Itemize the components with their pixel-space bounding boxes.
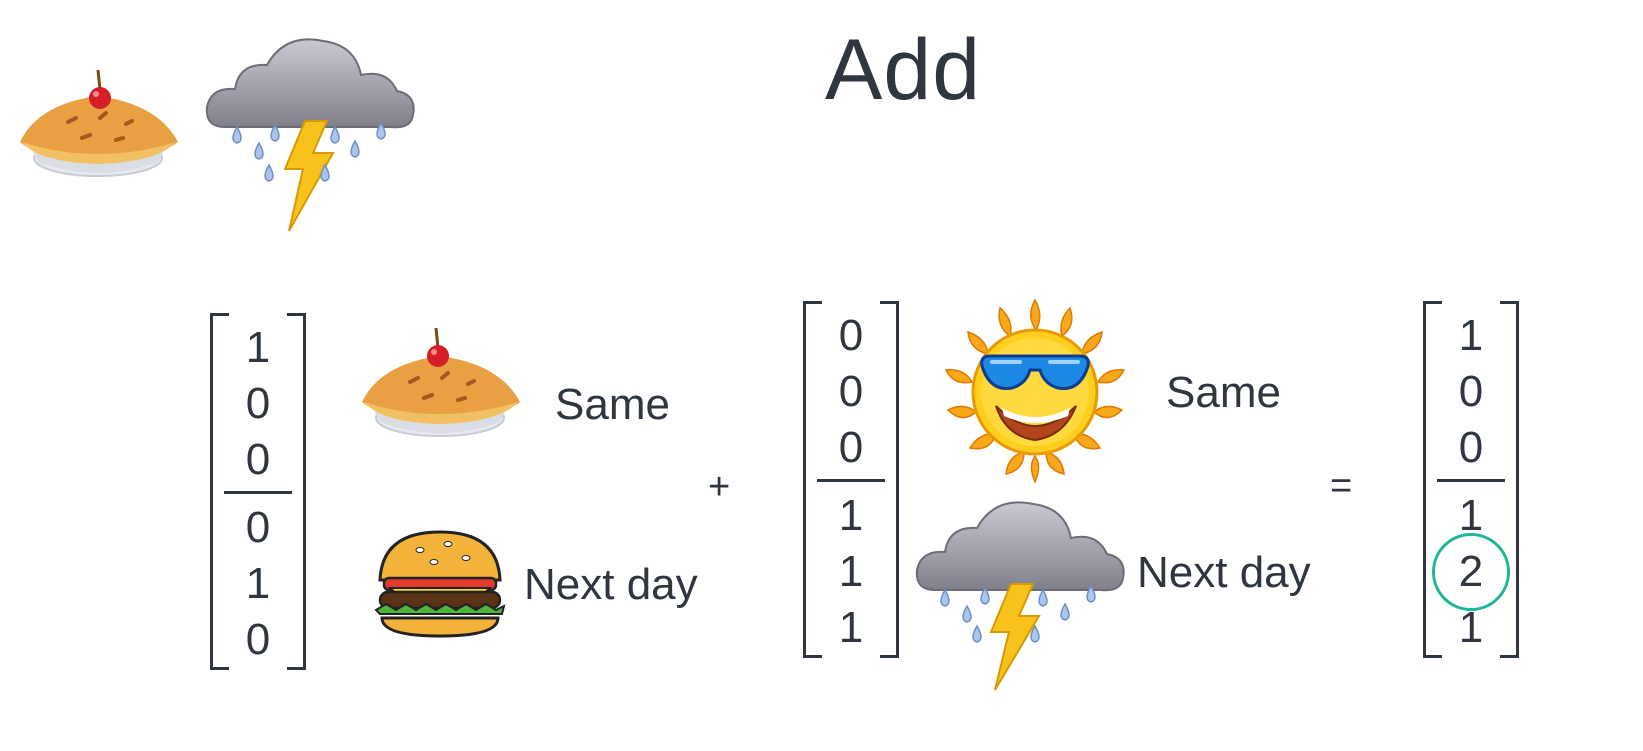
storm-cloud-icon: [915, 498, 1130, 698]
page-title: Add: [825, 22, 982, 118]
vector-divider: [817, 479, 885, 482]
vector-entry: 0: [838, 367, 864, 416]
next-day-label: Next day: [1137, 548, 1311, 597]
sun-with-sunglasses-icon: [940, 298, 1130, 483]
vector-entry: 1: [245, 559, 271, 608]
vector-entry: 0: [1458, 423, 1484, 472]
middle-vector: 0 0 0 1 1 1: [803, 301, 899, 658]
same-label: Same: [555, 380, 670, 429]
vector-entry: 0: [838, 311, 864, 360]
vector-entry: 1: [838, 603, 864, 652]
plus-operator: +: [708, 466, 731, 508]
next-day-label: Next day: [524, 560, 698, 609]
storm-cloud-icon: [205, 35, 420, 235]
vector-entry: 0: [245, 435, 271, 484]
vector-entry: 0: [838, 423, 864, 472]
vector-entry: 1: [1458, 311, 1484, 360]
vector-entry: 1: [838, 491, 864, 540]
result-vector: 1 0 0 1 2 1: [1423, 301, 1519, 658]
vector-entry: 0: [245, 615, 271, 664]
vector-entry: 0: [245, 379, 271, 428]
highlight-circle: [1432, 533, 1510, 611]
vector-entry: 1: [838, 547, 864, 596]
burger-icon: [370, 528, 510, 640]
vector-entry: 0: [245, 503, 271, 552]
equals-operator: =: [1330, 465, 1353, 507]
vector-entry: 1: [245, 323, 271, 372]
pie-icon: [8, 62, 188, 187]
vector-divider: [1437, 479, 1505, 482]
left-vector: 1 0 0 0 1 0: [210, 313, 306, 670]
same-label: Same: [1166, 368, 1281, 417]
vector-divider: [224, 491, 292, 494]
vector-entry: 0: [1458, 367, 1484, 416]
pie-icon: [350, 322, 530, 447]
